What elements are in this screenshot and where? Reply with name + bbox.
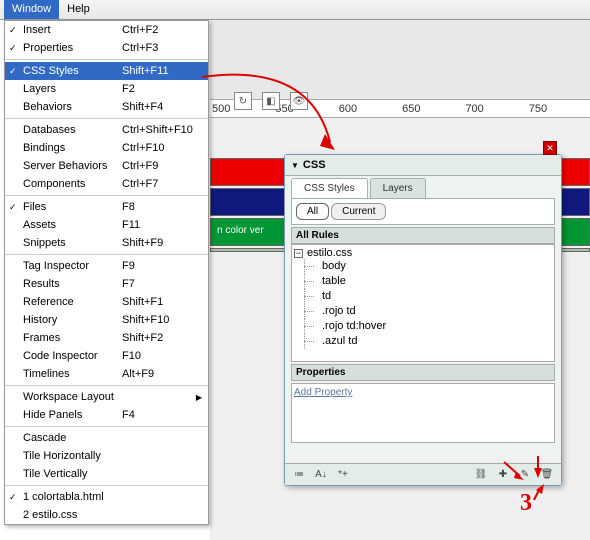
rule-item[interactable]: .rojo td:hover bbox=[294, 319, 552, 334]
refresh-icon[interactable]: ↻ bbox=[234, 92, 252, 110]
rule-item[interactable]: .azul td bbox=[294, 334, 552, 349]
subtab-all[interactable]: All bbox=[296, 203, 329, 220]
mi-tile-horizontally[interactable]: Tile Horizontally bbox=[5, 447, 208, 465]
mi-doc2[interactable]: 2 estilo.css bbox=[5, 506, 208, 524]
menu-help[interactable]: Help bbox=[59, 0, 98, 19]
mi-assets[interactable]: AssetsF11 bbox=[5, 216, 208, 234]
window-dropdown: ✓InsertCtrl+F2 ✓PropertiesCtrl+F3 ✓CSS S… bbox=[4, 20, 209, 525]
subtab-current[interactable]: Current bbox=[331, 203, 386, 220]
tab-css-styles[interactable]: CSS Styles bbox=[291, 178, 368, 198]
add-property-link[interactable]: Add Property bbox=[294, 387, 352, 398]
mi-bindings[interactable]: BindingsCtrl+F10 bbox=[5, 139, 208, 157]
rule-item[interactable]: table bbox=[294, 274, 552, 289]
mi-databases[interactable]: DatabasesCtrl+Shift+F10 bbox=[5, 121, 208, 139]
mi-tile-vertically[interactable]: Tile Vertically bbox=[5, 465, 208, 483]
document-toolbar: ↻ ◧ 👁 bbox=[210, 20, 590, 100]
mi-snippets[interactable]: SnippetsShift+F9 bbox=[5, 234, 208, 252]
set-view-icon[interactable]: *+ bbox=[335, 467, 351, 483]
attach-stylesheet-icon[interactable]: ⛓ bbox=[473, 467, 489, 483]
document-icon[interactable]: ◧ bbox=[262, 92, 280, 110]
collapse-triangle-icon[interactable]: ▼ bbox=[291, 161, 299, 170]
mi-history[interactable]: HistoryShift+F10 bbox=[5, 311, 208, 329]
panel-tabs: CSS Styles Layers bbox=[285, 178, 561, 198]
preview-icon[interactable]: 👁 bbox=[290, 92, 308, 110]
mi-properties[interactable]: ✓PropertiesCtrl+F3 bbox=[5, 39, 208, 57]
rule-item[interactable]: body bbox=[294, 259, 552, 274]
all-rules-header: All Rules bbox=[291, 227, 555, 244]
mi-files[interactable]: ✓FilesF8 bbox=[5, 198, 208, 216]
panel-footer: ≔ A↓ *+ ⛓ ✚ ✎ 🗑 bbox=[285, 463, 561, 485]
category-view-icon[interactable]: ≔ bbox=[291, 467, 307, 483]
menu-window[interactable]: Window bbox=[4, 0, 59, 19]
rule-item[interactable]: .rojo td bbox=[294, 304, 552, 319]
mi-cascade[interactable]: Cascade bbox=[5, 429, 208, 447]
mi-insert[interactable]: ✓InsertCtrl+F2 bbox=[5, 21, 208, 39]
stylesheet-file[interactable]: −estilo.css bbox=[294, 247, 552, 259]
mi-timelines[interactable]: TimelinesAlt+F9 bbox=[5, 365, 208, 383]
mi-tag-inspector[interactable]: Tag InspectorF9 bbox=[5, 257, 208, 275]
list-view-icon[interactable]: A↓ bbox=[313, 467, 329, 483]
panel-title-label: CSS bbox=[303, 159, 326, 171]
mi-results[interactable]: ResultsF7 bbox=[5, 275, 208, 293]
mi-hide-panels[interactable]: Hide PanelsF4 bbox=[5, 406, 208, 424]
rules-list[interactable]: −estilo.css body table td .rojo td .rojo… bbox=[291, 244, 555, 362]
new-rule-icon[interactable]: ✚ bbox=[495, 467, 511, 483]
mi-layers[interactable]: LayersF2 bbox=[5, 80, 208, 98]
close-icon[interactable]: ✕ bbox=[543, 141, 557, 155]
mi-behaviors[interactable]: BehaviorsShift+F4 bbox=[5, 98, 208, 116]
tab-layers[interactable]: Layers bbox=[370, 178, 426, 198]
mi-code-inspector[interactable]: Code InspectorF10 bbox=[5, 347, 208, 365]
subtab-row: All Current bbox=[291, 198, 555, 225]
edit-rule-icon[interactable]: ✎ bbox=[517, 467, 533, 483]
mi-components[interactable]: ComponentsCtrl+F7 bbox=[5, 175, 208, 193]
properties-list[interactable]: Add Property bbox=[291, 383, 555, 443]
mi-css-styles[interactable]: ✓CSS StylesShift+F11 bbox=[5, 62, 208, 80]
panel-title[interactable]: ▼ CSS bbox=[285, 155, 561, 176]
delete-rule-icon[interactable]: 🗑 bbox=[539, 467, 555, 483]
rule-item[interactable]: td bbox=[294, 289, 552, 304]
mi-frames[interactable]: FramesShift+F2 bbox=[5, 329, 208, 347]
mi-workspace-layout[interactable]: Workspace Layout▶ bbox=[5, 388, 208, 406]
menubar: Window Help bbox=[0, 0, 590, 20]
mi-reference[interactable]: ReferenceShift+F1 bbox=[5, 293, 208, 311]
css-panel: ✕ ▼ CSS CSS Styles Layers All Current Al… bbox=[284, 154, 562, 486]
mi-server-behaviors[interactable]: Server BehaviorsCtrl+F9 bbox=[5, 157, 208, 175]
annotation-3: 3 bbox=[520, 490, 532, 517]
mi-doc1[interactable]: ✓1 colortabla.html bbox=[5, 488, 208, 506]
properties-header: Properties bbox=[291, 364, 555, 381]
